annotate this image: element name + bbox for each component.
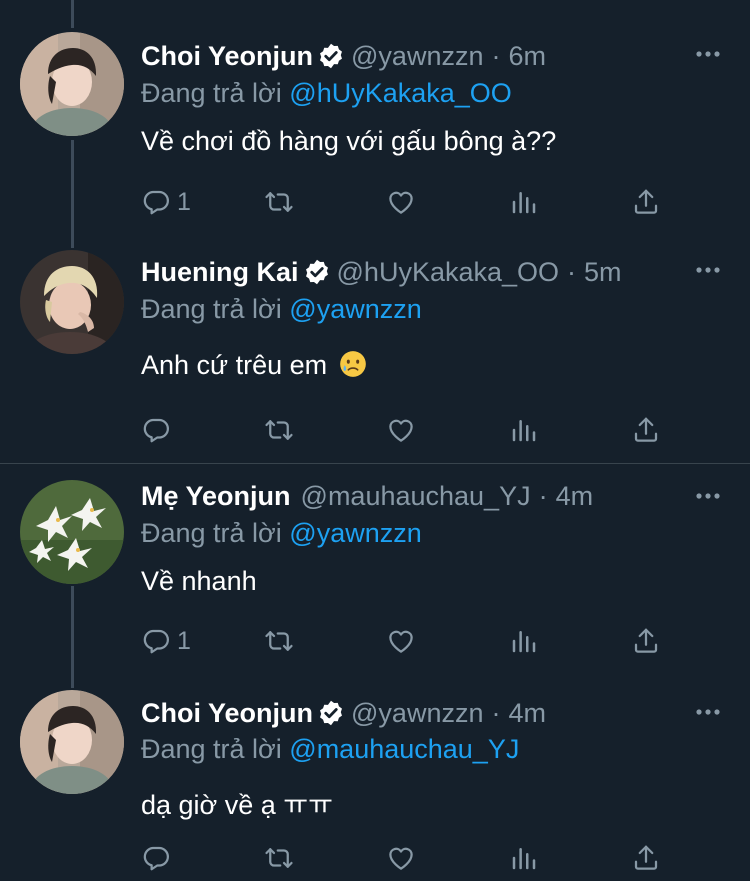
like-button[interactable]: [386, 840, 416, 876]
user-handle[interactable]: @yawnzzn: [351, 698, 483, 729]
verified-icon: [317, 699, 345, 727]
share-icon: [631, 843, 661, 873]
analytics-button[interactable]: [509, 840, 539, 876]
like-icon: [386, 843, 416, 873]
retweet-icon: [264, 843, 294, 873]
reply-icon: [141, 843, 171, 873]
tweet-text: dạ giờ về ạ ㅠㅠ: [141, 790, 333, 820]
more-icon[interactable]: [694, 702, 722, 722]
analytics-icon: [509, 843, 539, 873]
share-button[interactable]: [631, 840, 661, 876]
reply-mention-link[interactable]: @mauhauchau_YJ: [289, 734, 519, 764]
retweet-button[interactable]: [264, 840, 294, 876]
separator-dot: ·: [491, 697, 501, 728]
display-name[interactable]: Choi Yeonjun: [141, 698, 313, 729]
tweet-header: Choi Yeonjun @yawnzzn · 4m: [141, 693, 546, 733]
reply-button[interactable]: [141, 840, 177, 876]
timestamp[interactable]: 4m: [508, 698, 546, 729]
avatar[interactable]: [20, 690, 124, 794]
replying-to: Đang trả lời @mauhauchau_YJ: [141, 734, 519, 765]
tweet-4[interactable]: Choi Yeonjun @yawnzzn · 4m Đang trả lời …: [0, 0, 750, 881]
action-bar: [141, 840, 681, 876]
replying-to-label: Đang trả lời: [141, 734, 282, 764]
